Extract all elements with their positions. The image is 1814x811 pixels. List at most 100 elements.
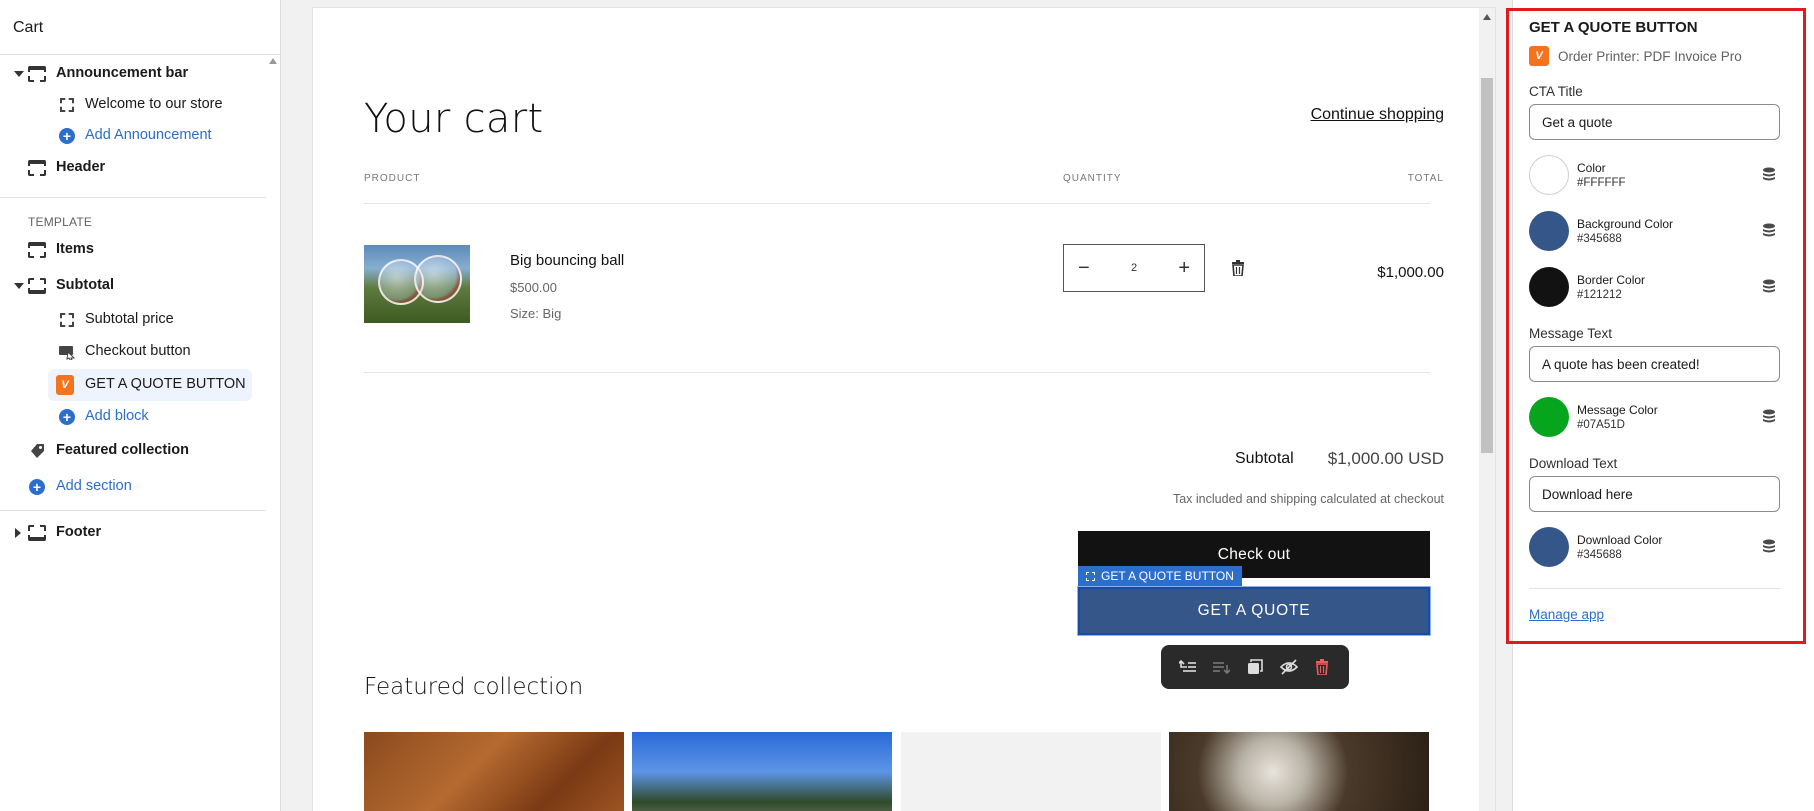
column-header-product: PRODUCT <box>364 173 421 184</box>
sidebar-item-footer[interactable]: Footer <box>0 518 266 548</box>
column-header-total: TOTAL <box>1407 173 1444 184</box>
message-text-label: Message Text <box>1529 326 1613 341</box>
color-swatch[interactable] <box>1529 211 1569 251</box>
continue-shopping-link[interactable]: Continue shopping <box>1311 106 1444 124</box>
color-hex: #121212 <box>1577 289 1622 301</box>
collection-product-card[interactable] <box>1169 732 1429 811</box>
block-icon <box>58 96 76 114</box>
sidebar-item-featured-collection[interactable]: Featured collection <box>0 436 266 466</box>
template-heading: TEMPLATE <box>28 215 93 229</box>
download-color-setting[interactable]: Download Color #345688 <box>1529 527 1780 569</box>
add-announcement-link[interactable]: + Add Announcement <box>0 121 266 151</box>
border-color-setting[interactable]: Border Color #121212 <box>1529 267 1780 309</box>
message-color-setting[interactable]: Message Color #07A51D <box>1529 397 1780 439</box>
sidebar-item-checkout-button[interactable]: Checkout button <box>0 337 266 367</box>
sidebar-title: Cart <box>0 0 280 55</box>
sidebar-item-subtotal[interactable]: Subtotal <box>0 271 266 301</box>
sidebar-item-header[interactable]: Header <box>0 153 266 183</box>
scroll-up-icon[interactable] <box>269 58 277 64</box>
message-text-input[interactable]: A quote has been created! <box>1529 346 1780 382</box>
preview-scrollbar[interactable] <box>1479 8 1495 811</box>
color-hex: #345688 <box>1577 233 1622 245</box>
dynamic-source-icon[interactable] <box>1762 539 1776 558</box>
manage-app-link[interactable]: Manage app <box>1529 607 1604 622</box>
dynamic-source-icon[interactable] <box>1762 409 1776 428</box>
cta-title-input[interactable]: Get a quote <box>1529 104 1780 140</box>
sidebar-item-items[interactable]: Items <box>0 235 266 265</box>
download-text-label: Download Text <box>1529 456 1618 471</box>
plus-circle-icon: + <box>58 408 76 426</box>
color-name: Download Color <box>1577 533 1663 547</box>
color-setting[interactable]: Color #FFFFFF <box>1529 155 1780 197</box>
app-badge-icon: V <box>1529 46 1549 66</box>
sidebar-item-subtotal-price[interactable]: Subtotal price <box>0 305 266 335</box>
product-price: $500.00 <box>510 280 557 295</box>
collapse-caret-icon[interactable] <box>14 71 24 77</box>
sidebar-item-label: Announcement bar <box>56 65 189 81</box>
block-toolbar <box>1161 645 1349 689</box>
collection-product-card[interactable] <box>901 732 1161 811</box>
collection-product-card[interactable] <box>632 732 892 811</box>
download-text-input[interactable]: Download here <box>1529 476 1780 512</box>
add-block-label: Add block <box>85 408 149 424</box>
add-section-label: Add section <box>56 478 132 494</box>
delete-icon[interactable] <box>1311 656 1333 678</box>
app-badge-icon: V <box>56 375 74 395</box>
selected-block-label: GET A QUOTE BUTTON <box>1101 569 1234 583</box>
sidebar-item-label: Header <box>56 159 106 175</box>
button-block-icon <box>58 343 76 361</box>
move-down-icon[interactable] <box>1210 656 1232 678</box>
column-header-quantity: QUANTITY <box>1063 173 1122 184</box>
page-title: Your cart <box>364 96 544 142</box>
collection-product-card[interactable] <box>364 732 624 811</box>
sidebar-item-label: GET A QUOTE BUTTON <box>85 376 246 392</box>
quantity-value[interactable]: 2 <box>1131 262 1137 274</box>
selected-block-tag[interactable]: GET A QUOTE BUTTON <box>1078 566 1242 586</box>
tax-note: Tax included and shipping calculated at … <box>1172 492 1444 506</box>
collapse-caret-icon[interactable] <box>14 283 24 289</box>
product-image[interactable] <box>364 245 470 323</box>
cta-title-label: CTA Title <box>1529 84 1583 99</box>
color-swatch[interactable] <box>1529 267 1569 307</box>
product-variant: Size: Big <box>510 306 562 321</box>
expand-caret-icon[interactable] <box>15 528 21 538</box>
sidebar-scrollbar[interactable] <box>266 55 280 811</box>
plus-icon[interactable]: + <box>1178 257 1190 280</box>
sidebar-item-get-a-quote[interactable]: V GET A QUOTE BUTTON <box>48 369 252 401</box>
sidebar-item-welcome[interactable]: Welcome to our store <box>0 90 266 120</box>
block-icon <box>58 311 76 329</box>
sidebar-item-label: Checkout button <box>85 343 191 359</box>
theme-preview[interactable]: Your cart Continue shopping PRODUCT QUAN… <box>313 8 1495 811</box>
dynamic-source-icon[interactable] <box>1762 223 1776 242</box>
add-section-link[interactable]: + Add section <box>0 472 266 502</box>
dynamic-source-icon[interactable] <box>1762 167 1776 186</box>
minus-icon[interactable]: − <box>1078 257 1090 280</box>
add-block-link[interactable]: + Add block <box>0 402 266 432</box>
color-hex: #345688 <box>1577 549 1622 561</box>
color-swatch[interactable] <box>1529 155 1569 195</box>
divider <box>364 372 1430 373</box>
background-color-setting[interactable]: Background Color #345688 <box>1529 211 1780 253</box>
hide-icon[interactable] <box>1278 656 1300 678</box>
dynamic-source-icon[interactable] <box>1762 279 1776 298</box>
sidebar-item-announcement-bar[interactable]: Announcement bar <box>0 59 266 89</box>
quantity-stepper[interactable]: − 2 + <box>1063 244 1205 292</box>
select-parent-icon[interactable] <box>1177 656 1199 678</box>
remove-item-icon[interactable] <box>1231 260 1245 279</box>
section-icon <box>28 65 46 83</box>
duplicate-icon[interactable] <box>1244 656 1266 678</box>
color-swatch[interactable] <box>1529 397 1569 437</box>
left-sidebar: Cart Announcement bar Welcome to our sto… <box>0 0 281 811</box>
get-a-quote-button[interactable]: GET A QUOTE <box>1077 586 1431 636</box>
color-hex: #07A51D <box>1577 419 1625 431</box>
scroll-up-icon[interactable] <box>1483 14 1491 20</box>
subtotal-label: Subtotal <box>1235 450 1294 467</box>
divider <box>364 203 1430 204</box>
sidebar-item-label: Welcome to our store <box>85 96 223 112</box>
color-name: Background Color <box>1577 217 1674 231</box>
product-name[interactable]: Big bouncing ball <box>510 252 624 269</box>
scrollbar-thumb[interactable] <box>1481 78 1493 453</box>
color-name: Color <box>1577 161 1606 175</box>
color-swatch[interactable] <box>1529 527 1569 567</box>
section-icon <box>28 524 46 542</box>
